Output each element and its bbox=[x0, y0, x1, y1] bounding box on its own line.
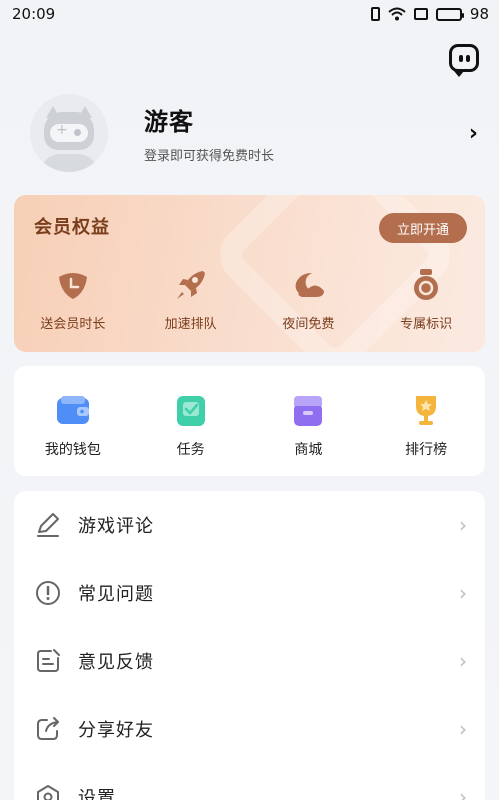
exclamation-icon bbox=[34, 579, 62, 607]
chat-icon[interactable] bbox=[449, 44, 479, 77]
feature-task[interactable]: 任务 bbox=[132, 366, 250, 476]
menu-label: 分享好友 bbox=[78, 720, 154, 741]
status-time: 20:09 bbox=[12, 5, 56, 23]
battery-level: 98 bbox=[469, 5, 489, 23]
feature-store[interactable]: 商城 bbox=[250, 366, 368, 476]
rocket-icon bbox=[173, 267, 209, 303]
menu-label: 意见反馈 bbox=[78, 652, 154, 673]
screen-icon bbox=[413, 8, 428, 20]
vip-item-membership-time[interactable]: 送会员时长 bbox=[14, 267, 132, 332]
vip-item-label: 专属标识 bbox=[400, 317, 453, 332]
vip-item-label: 送会员时长 bbox=[40, 317, 106, 332]
profile-name: 游客 bbox=[144, 108, 194, 136]
chevron-right-icon: › bbox=[459, 649, 467, 673]
vip-benefits-list: 送会员时长 加速排队 夜间免费 专属标识 bbox=[14, 267, 485, 332]
membership-time-icon bbox=[55, 267, 91, 303]
vip-item-label: 加速排队 bbox=[164, 317, 217, 332]
menu-label: 设置 bbox=[78, 788, 116, 800]
badge-icon bbox=[408, 267, 444, 303]
wallet-icon bbox=[55, 392, 91, 428]
feedback-icon bbox=[34, 647, 62, 675]
profile-text: 游客 登录即可获得免费时长 bbox=[144, 102, 469, 164]
chevron-right-icon: › bbox=[459, 581, 467, 605]
feature-label: 任务 bbox=[176, 442, 205, 458]
feature-label: 商城 bbox=[294, 442, 323, 458]
chevron-right-icon: › bbox=[459, 717, 467, 741]
chevron-right-icon: › bbox=[459, 785, 467, 800]
avatar[interactable] bbox=[30, 94, 108, 172]
menu-item-share[interactable]: 分享好友 › bbox=[14, 695, 485, 763]
settings-icon bbox=[34, 783, 62, 800]
vip-benefits-card: 会员权益 立即开通 送会员时长 加速排队 夜间免费 专属标识 bbox=[14, 195, 485, 352]
menu-item-game-reviews[interactable]: 游戏评论 › bbox=[14, 491, 485, 559]
feature-wallet[interactable]: 我的钱包 bbox=[14, 366, 132, 476]
menu-item-feedback[interactable]: 意见反馈 › bbox=[14, 627, 485, 695]
menu-label: 游戏评论 bbox=[78, 516, 154, 537]
chevron-right-icon: › bbox=[459, 513, 467, 537]
status-bar: 20:09 98 bbox=[0, 0, 499, 28]
feature-grid: 我的钱包 任务 商城 排行榜 bbox=[14, 366, 485, 476]
vip-item-exclusive-badge[interactable]: 专属标识 bbox=[367, 267, 485, 332]
trophy-icon bbox=[408, 392, 444, 428]
edit-icon bbox=[34, 511, 62, 539]
login-hint: 登录即可获得免费时长 bbox=[144, 149, 275, 164]
settings-menu: 游戏评论 › 常见问题 › 意见反馈 › 分享好友 › 设置 › bbox=[14, 491, 485, 800]
vibrate-icon bbox=[370, 7, 380, 21]
feature-label: 排行榜 bbox=[405, 442, 448, 458]
menu-item-faq[interactable]: 常见问题 › bbox=[14, 559, 485, 627]
wifi-icon bbox=[388, 7, 406, 21]
task-icon bbox=[173, 392, 209, 428]
menu-label: 常见问题 bbox=[78, 584, 154, 605]
share-icon bbox=[34, 715, 62, 743]
chevron-right-icon[interactable]: › bbox=[469, 121, 478, 146]
moon-icon bbox=[290, 267, 326, 303]
battery-icon bbox=[435, 7, 464, 21]
open-vip-button[interactable]: 立即开通 bbox=[379, 213, 467, 243]
store-icon bbox=[290, 392, 326, 428]
status-icons: 98 bbox=[370, 5, 489, 23]
vip-item-night-free[interactable]: 夜间免费 bbox=[250, 267, 368, 332]
feature-leaderboard[interactable]: 排行榜 bbox=[367, 366, 485, 476]
menu-item-settings[interactable]: 设置 › bbox=[14, 763, 485, 800]
vip-title: 会员权益 bbox=[34, 217, 110, 238]
feature-label: 我的钱包 bbox=[44, 442, 101, 458]
vip-item-label: 夜间免费 bbox=[282, 317, 335, 332]
vip-item-speed-queue[interactable]: 加速排队 bbox=[132, 267, 250, 332]
profile-header[interactable]: 游客 登录即可获得免费时长 › bbox=[30, 94, 480, 172]
